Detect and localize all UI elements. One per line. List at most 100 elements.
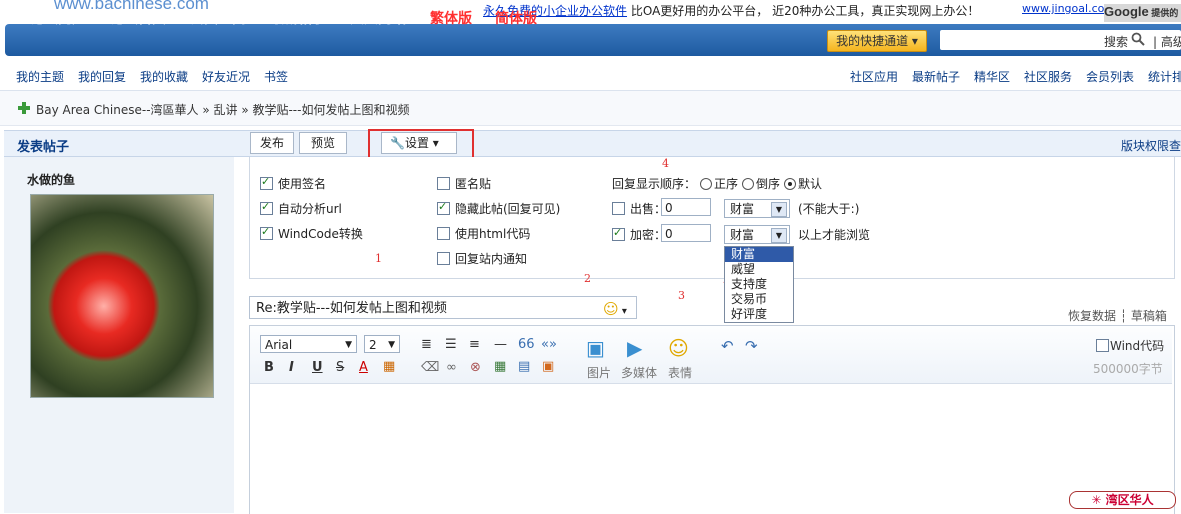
- publish-button[interactable]: 发布: [250, 132, 294, 154]
- option-anonymous[interactable]: 匿名贴: [437, 175, 491, 192]
- option-use-signature[interactable]: 使用签名: [260, 175, 326, 192]
- code-icon[interactable]: «»: [541, 337, 557, 352]
- option-sell[interactable]: 出售：: [612, 200, 666, 217]
- chevron-down-icon[interactable]: ▼: [771, 202, 787, 217]
- redo-icon[interactable]: ↷: [745, 337, 758, 355]
- ad-url-link[interactable]: www.jingoal.co: [1022, 2, 1104, 15]
- image-icon[interactable]: ▣: [586, 336, 605, 360]
- table-icon[interactable]: ▦: [494, 359, 506, 374]
- checkbox[interactable]: [437, 227, 450, 240]
- encrypt-currency-select[interactable]: 财富 ▼: [724, 225, 790, 244]
- preview-button[interactable]: 预览: [299, 132, 347, 154]
- media-label[interactable]: 多媒体: [621, 364, 657, 381]
- google-ad-badge[interactable]: Google 提供的: [1104, 4, 1181, 22]
- subnav-friends[interactable]: 好友近况: [202, 68, 250, 85]
- checkbox-checked[interactable]: [260, 175, 273, 190]
- windcode-toggle[interactable]: Wind代码: [1096, 337, 1164, 354]
- site-watermark: ✳ 湾区华人: [1069, 491, 1176, 509]
- encrypt-amount-input[interactable]: 0: [661, 224, 711, 242]
- subnav-latest-posts[interactable]: 最新帖子: [912, 68, 960, 85]
- bg-color-icon[interactable]: ▦: [383, 359, 395, 374]
- subnav-digest[interactable]: 精华区: [974, 68, 1010, 85]
- checkbox[interactable]: [612, 202, 625, 215]
- checkbox-checked[interactable]: [260, 200, 273, 215]
- avatar[interactable]: [30, 194, 214, 398]
- nav-portal[interactable]: 论坛门户: [30, 8, 86, 28]
- dropdown-option[interactable]: 威望: [725, 262, 793, 277]
- dropdown-option[interactable]: 交易币: [725, 292, 793, 307]
- file-icon[interactable]: ▤: [518, 359, 530, 374]
- search-icon[interactable]: [1131, 32, 1145, 46]
- option-windcode[interactable]: WindCode转换: [260, 225, 363, 242]
- dropdown-option[interactable]: 支持度: [725, 277, 793, 292]
- chevron-down-icon[interactable]: ▼: [771, 228, 787, 243]
- subnav-bookmarks[interactable]: 书签: [264, 68, 288, 85]
- nav-member-space[interactable]: 会员空间: [190, 8, 246, 28]
- nav-forum-home[interactable]: 论坛首页: [110, 8, 166, 28]
- font-family-select[interactable]: Arial ▼: [260, 335, 357, 353]
- subnav-my-topics[interactable]: 我的主题: [16, 68, 64, 85]
- undo-icon[interactable]: ↶: [721, 337, 734, 355]
- nav-traditional[interactable]: 繁体版: [430, 8, 472, 28]
- subnav-my-favorites[interactable]: 我的收藏: [140, 68, 188, 85]
- media-icon[interactable]: ▶: [627, 336, 642, 360]
- dropdown-option[interactable]: 好评度: [725, 307, 793, 322]
- horizontal-rule-icon[interactable]: —: [494, 337, 507, 352]
- currency-dropdown-list[interactable]: 财富 威望 支持度 交易币 好评度: [724, 246, 794, 323]
- breadcrumb-text[interactable]: Bay Area Chinese--湾區華人 » 乱讲 » 教学贴---如何发帖…: [36, 101, 409, 118]
- unlink-icon[interactable]: ⊗: [470, 360, 481, 375]
- checkbox-checked[interactable]: [260, 225, 273, 240]
- sell-currency-select[interactable]: 财富 ▼: [724, 199, 790, 218]
- post-title-input[interactable]: Re:教学贴---如何发帖上图和视频: [249, 296, 637, 319]
- ad-banner[interactable]: 永久免费的小企业办公软件 比OA更好用的办公平台， 近20种办公工具，真正实现网…: [483, 2, 979, 19]
- underline-icon[interactable]: U: [312, 360, 323, 375]
- nav-latest-posts[interactable]: 最新帖子: [270, 8, 326, 28]
- bold-icon[interactable]: B: [264, 360, 274, 375]
- username[interactable]: 水做的鱼: [27, 171, 75, 188]
- subnav-community-apps[interactable]: 社区应用: [850, 68, 898, 85]
- subnav-services[interactable]: 社区服务: [1024, 68, 1072, 85]
- title-emoji-picker[interactable]: ☺ ▾: [603, 300, 627, 318]
- subnav-stats[interactable]: 统计排: [1148, 68, 1181, 85]
- option-encrypt[interactable]: 加密：: [612, 226, 666, 243]
- attachment-icon[interactable]: ▣: [542, 359, 554, 374]
- search-button[interactable]: 搜索: [1104, 33, 1128, 50]
- checkbox[interactable]: [437, 177, 450, 190]
- unordered-list-icon[interactable]: ≡: [469, 337, 480, 352]
- italic-icon[interactable]: I: [289, 360, 294, 375]
- option-hide-post[interactable]: 隐藏此帖(回复可见): [437, 200, 560, 217]
- emoticon-icon[interactable]: ☺: [668, 336, 689, 360]
- settings-button[interactable]: 🔧设置 ▾: [381, 132, 457, 154]
- font-size-select[interactable]: 2 ▼: [364, 335, 400, 353]
- subnav-member-list[interactable]: 会员列表: [1086, 68, 1134, 85]
- option-auto-url[interactable]: 自动分析url: [260, 200, 342, 217]
- checkbox-checked[interactable]: [437, 200, 450, 215]
- option-reply-notify[interactable]: 回复站内通知: [437, 250, 527, 267]
- strikethrough-icon[interactable]: S: [336, 360, 344, 375]
- drafts-link[interactable]: 草稿箱: [1131, 309, 1167, 323]
- checkbox-checked[interactable]: [612, 226, 625, 241]
- emoticon-label[interactable]: 表情: [668, 364, 692, 381]
- quick-access-button[interactable]: 我的快捷通道 ▾: [827, 30, 927, 52]
- nav-simplified[interactable]: 简体版: [495, 8, 537, 28]
- checkbox[interactable]: [437, 252, 450, 265]
- subnav-my-replies[interactable]: 我的回复: [78, 68, 126, 85]
- forum-permissions-link[interactable]: 版块权限查: [1121, 137, 1181, 154]
- eraser-icon[interactable]: ⌫: [421, 360, 439, 375]
- restore-data-link[interactable]: 恢复数据: [1068, 309, 1116, 323]
- sell-amount-input[interactable]: 0: [661, 198, 711, 216]
- image-label[interactable]: 图片: [587, 364, 611, 381]
- option-html-code[interactable]: 使用html代码: [437, 225, 530, 242]
- ordered-list-icon[interactable]: ☰: [445, 337, 457, 352]
- dropdown-option[interactable]: 财富: [725, 247, 793, 262]
- link-icon[interactable]: ∞: [446, 360, 457, 375]
- radio-default[interactable]: [784, 178, 797, 190]
- advanced-search-link[interactable]: | 高级: [1153, 33, 1181, 50]
- quote-icon[interactable]: 66: [518, 337, 535, 352]
- nav-66-site[interactable]: 六六网站: [350, 8, 406, 28]
- align-icon[interactable]: ≣: [421, 337, 432, 352]
- radio-asc[interactable]: [700, 178, 713, 190]
- checkbox[interactable]: [1096, 339, 1109, 352]
- font-color-icon[interactable]: A: [359, 360, 368, 375]
- radio-desc[interactable]: [742, 178, 755, 190]
